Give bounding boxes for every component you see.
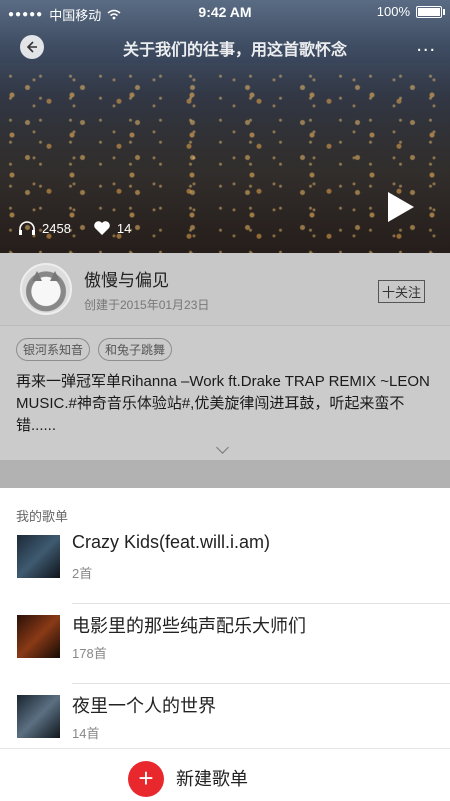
headphones-icon: [19, 221, 35, 235]
created-date: 创建于2015年01月23日: [84, 298, 210, 312]
chevron-down-icon[interactable]: [216, 441, 229, 454]
hero-banner: ●●●●● 中国移动 9:42 AM 100% 关于我们的往事，用这首歌怀念 .…: [0, 0, 450, 253]
playlist-count: 2首: [72, 566, 93, 581]
battery-percent: 100%: [376, 4, 410, 19]
list-item[interactable]: 电影里的那些纯声配乐大师们 178首: [0, 604, 450, 684]
list-item[interactable]: Crazy Kids(feat.will.i.am) 2首: [0, 524, 450, 604]
listen-stat: 2458: [18, 220, 71, 236]
creator-name[interactable]: 傲慢与偏见: [84, 266, 169, 291]
play-button[interactable]: [388, 192, 414, 222]
add-playlist-button[interactable]: +: [128, 761, 164, 797]
heart-icon: [94, 221, 110, 235]
tag[interactable]: 银河系知音: [16, 338, 91, 361]
description-text: 再来一弹冠军单Rihanna –Work ft.Drake TRAP REMIX…: [16, 373, 430, 434]
new-playlist-bar: + 新建歌单: [0, 748, 450, 801]
playlist-count: 14首: [72, 726, 100, 741]
hero-stats: 2458 14: [18, 220, 153, 236]
status-bar: ●●●●● 中国移动 9:42 AM 100%: [0, 0, 450, 26]
new-playlist-label[interactable]: 新建歌单: [176, 765, 248, 791]
sheet-title: 我的歌单: [16, 509, 69, 524]
tag-list: 银河系知音 和兔子跳舞: [16, 338, 173, 361]
tag[interactable]: 和兔子跳舞: [98, 338, 173, 361]
playlist-cover: [17, 615, 60, 658]
playlist-cover: [17, 535, 60, 578]
playlist-name: Crazy Kids(feat.will.i.am): [72, 532, 271, 552]
playlist-title: 关于我们的往事，用这首歌怀念: [122, 42, 347, 59]
back-button[interactable]: [20, 35, 44, 59]
more-options-button[interactable]: ...: [416, 34, 436, 57]
dog-ear-left: [32, 271, 42, 281]
playlist-description-section: 银河系知音 和兔子跳舞 再来一弹冠军单Rihanna –Work ft.Drak…: [0, 325, 450, 461]
creator-profile: 傲慢与偏见 创建于2015年01月23日 十关注: [0, 253, 450, 325]
dog-ear-right: [50, 271, 60, 281]
listen-count: 2458: [42, 220, 71, 236]
playlist-name: 电影里的那些纯声配乐大师们: [72, 616, 306, 636]
back-arrow-icon: [26, 41, 37, 53]
avatar[interactable]: [20, 263, 72, 315]
plus-icon: +: [138, 763, 154, 793]
nav-bar: 关于我们的往事，用这首歌怀念 ...: [0, 30, 450, 66]
follow-button[interactable]: 十关注: [377, 280, 425, 303]
overlay-gap: [0, 460, 450, 488]
playlist-count: 178首: [72, 646, 107, 661]
playlist-cover: [17, 695, 60, 738]
like-count: 14: [116, 220, 132, 236]
battery-icon: [416, 5, 445, 18]
my-playlists-sheet: 我的歌单 Crazy Kids(feat.will.i.am) 2首 电影里的那…: [0, 488, 450, 801]
playlist-name: 夜里一个人的世界: [72, 696, 216, 716]
like-stat[interactable]: 14: [93, 220, 131, 236]
